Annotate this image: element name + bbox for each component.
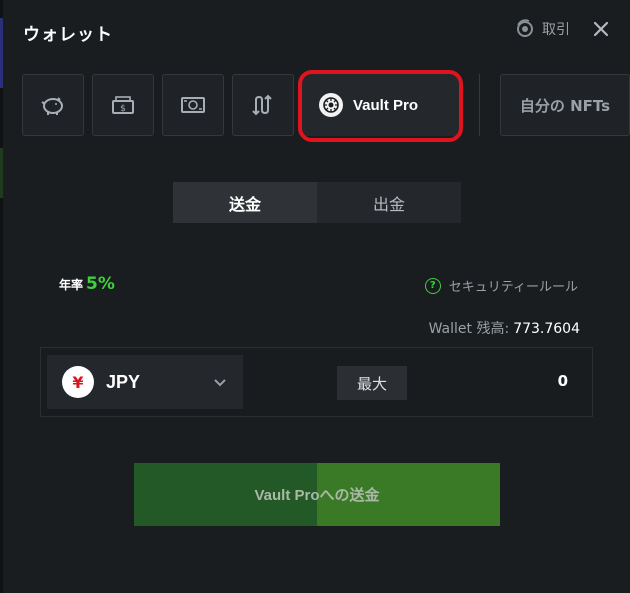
trade-link[interactable]: 取引 (514, 18, 570, 40)
deposit-to-vault-button[interactable]: Vault Proへの送金 (134, 463, 500, 526)
wallet-tabs: $ Vault Pro 自分の NFTs (22, 74, 630, 136)
tab-deposit[interactable]: 送金 (173, 182, 317, 223)
mode-switch: 送金 出金 (173, 182, 461, 223)
header-actions: 取引 (514, 18, 612, 40)
page-title: ウォレット (23, 25, 113, 45)
tab-transfer[interactable] (232, 74, 294, 136)
close-icon (593, 21, 609, 37)
cash-icon (181, 97, 205, 113)
vault-icon (319, 93, 343, 117)
balance-label: Wallet 残高: (428, 321, 510, 337)
tab-cash[interactable] (162, 74, 224, 136)
tab-savings[interactable] (22, 74, 84, 136)
trade-label: 取引 (542, 22, 570, 38)
amount-input[interactable]: 0 (558, 372, 568, 390)
close-button[interactable] (590, 18, 612, 40)
question-icon: ? (424, 277, 441, 294)
apr-value: 5% (86, 274, 115, 294)
apr-info: 年率 5% (59, 274, 115, 294)
wallet-header: ウォレット 取引 (3, 0, 630, 62)
chevron-down-icon (214, 379, 226, 387)
piggy-bank-icon (41, 97, 63, 115)
yen-icon: ¥ (62, 366, 94, 398)
tab-withdraw[interactable]: 出金 (317, 182, 461, 223)
currency-label: JPY (106, 371, 141, 392)
wallet-panel: ウォレット 取引 $ Vault Pro 自分の NFTs 送金 出金 年率 5… (3, 0, 630, 593)
tab-cashier[interactable]: $ (92, 74, 154, 136)
max-button[interactable]: 最大 (337, 366, 407, 400)
balance-value: 773.7604 (513, 321, 580, 337)
tab-vault-pro[interactable]: Vault Pro (301, 74, 459, 136)
wallet-balance: Wallet 残高: 773.7604 (429, 318, 580, 338)
transfer-arrows-icon (252, 94, 272, 116)
security-rules-label: セキュリティールール (448, 280, 578, 295)
vault-pro-label: Vault Pro (353, 96, 419, 114)
apr-label: 年率 (59, 278, 84, 292)
tab-divider (479, 74, 480, 136)
amount-input-row: ¥ JPY 最大 0 (40, 347, 593, 417)
tab-my-nfts[interactable]: 自分の NFTs (500, 74, 630, 136)
coin-swap-icon (514, 18, 536, 40)
currency-select[interactable]: ¥ JPY (47, 355, 243, 409)
cashier-icon: $ (112, 96, 134, 114)
security-rules-link[interactable]: ? セキュリティールール (424, 276, 578, 295)
svg-text:$: $ (120, 104, 126, 114)
